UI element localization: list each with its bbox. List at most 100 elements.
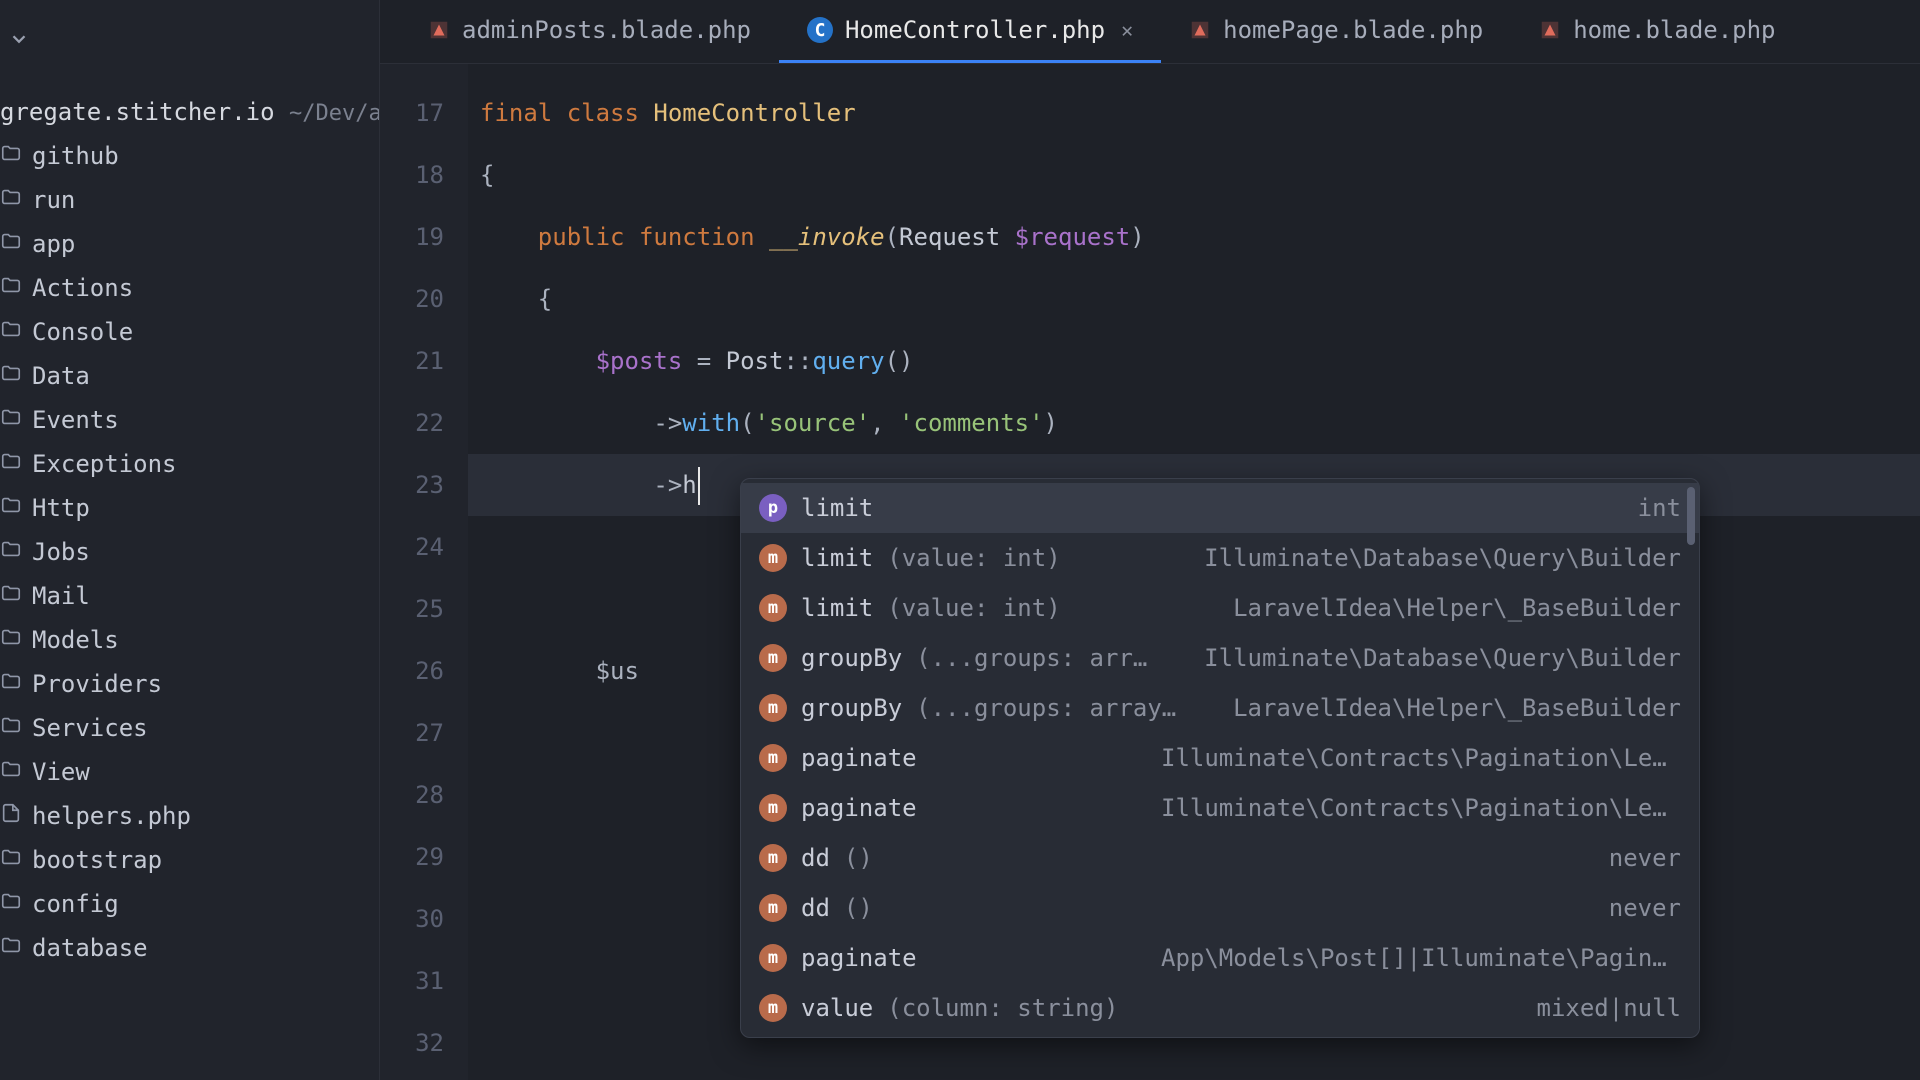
tree-file[interactable]: helpers.php xyxy=(0,794,379,838)
tree-item-label: app xyxy=(32,230,75,258)
tree-item-label: database xyxy=(32,934,148,962)
autocomplete-item[interactable]: mvalue(column: string)mixed|null xyxy=(741,983,1699,1033)
blade-file-icon xyxy=(1189,19,1211,41)
tree-folder[interactable]: Events xyxy=(0,398,379,442)
code-editor[interactable]: final class HomeController { public func… xyxy=(468,64,1920,1080)
tree-folder[interactable]: Exceptions xyxy=(0,442,379,486)
tree-folder[interactable]: Actions xyxy=(0,266,379,310)
collapse-chevron-icon[interactable] xyxy=(8,28,30,56)
completion-type: never xyxy=(1609,844,1681,872)
tree-folder[interactable]: database xyxy=(0,926,379,970)
line-number: 26 xyxy=(380,640,444,702)
folder-icon xyxy=(0,230,22,258)
folder-icon xyxy=(0,186,22,214)
completion-type: LaravelIdea\Helper\_BaseBuilder xyxy=(1233,694,1681,722)
line-number: 30 xyxy=(380,888,444,950)
line-number: 25 xyxy=(380,578,444,640)
autocomplete-item[interactable]: mdd()never xyxy=(741,833,1699,883)
autocomplete-popup[interactable]: plimitintmlimit(value: int)Illuminate\Da… xyxy=(740,478,1700,1038)
line-number: 22 xyxy=(380,392,444,454)
line-number: 29 xyxy=(380,826,444,888)
completion-type: LaravelIdea\Helper\_BaseBuilder xyxy=(1233,594,1681,622)
tree-folder[interactable]: Mail xyxy=(0,574,379,618)
tree-folder[interactable]: github xyxy=(0,134,379,178)
autocomplete-item[interactable]: plimitint xyxy=(741,483,1699,533)
tree-folder[interactable]: Services xyxy=(0,706,379,750)
tab-adminPosts-blade-php[interactable]: adminPosts.blade.php xyxy=(400,0,779,63)
autocomplete-item[interactable]: mlimit(value: int)LaravelIdea\Helper\_Ba… xyxy=(741,583,1699,633)
folder-icon xyxy=(0,890,22,918)
completion-kind-icon: m xyxy=(759,594,787,622)
line-number: 28 xyxy=(380,764,444,826)
tree-folder[interactable]: Http xyxy=(0,486,379,530)
class-name: HomeController xyxy=(653,99,855,127)
line-number: 18 xyxy=(380,144,444,206)
folder-icon xyxy=(0,142,22,170)
tree-folder[interactable]: Providers xyxy=(0,662,379,706)
completion-type: App\Models\Post[]|Illuminate\Pagination\… xyxy=(1161,944,1681,972)
tree-folder[interactable]: Data xyxy=(0,354,379,398)
autocomplete-item[interactable]: mlimit(value: int)Illuminate\Database\Qu… xyxy=(741,533,1699,583)
tree-folder[interactable]: bootstrap xyxy=(0,838,379,882)
completion-type: Illuminate\Database\Query\Builder xyxy=(1204,644,1681,672)
tree-folder[interactable]: config xyxy=(0,882,379,926)
folder-icon xyxy=(0,494,22,522)
tree-item-label: Mail xyxy=(32,582,90,610)
autocomplete-item[interactable]: mgroupBy(...groups: array…LaravelIdea\He… xyxy=(741,683,1699,733)
folder-icon xyxy=(0,318,22,346)
line-number: 31 xyxy=(380,950,444,1012)
autocomplete-item[interactable]: mpaginateIlluminate\Contracts\Pagination… xyxy=(741,783,1699,833)
keyword: class xyxy=(567,99,639,127)
autocomplete-item[interactable]: mgroupBy(...groups: arr…Illuminate\Datab… xyxy=(741,633,1699,683)
tree-folder[interactable]: Models xyxy=(0,618,379,662)
autocomplete-item[interactable]: mpaginateApp\Models\Post[]|Illuminate\Pa… xyxy=(741,933,1699,983)
line-number-gutter: 17181920212223242526272829303132 xyxy=(380,64,468,1080)
tree-item-label: Providers xyxy=(32,670,162,698)
autocomplete-item[interactable]: mdd()never xyxy=(741,883,1699,933)
completion-kind-icon: p xyxy=(759,494,787,522)
completion-kind-icon: m xyxy=(759,644,787,672)
tab-homePage-blade-php[interactable]: homePage.blade.php xyxy=(1161,0,1511,63)
tree-item-label: Services xyxy=(32,714,148,742)
keyword: function xyxy=(639,223,755,251)
line-number: 32 xyxy=(380,1012,444,1074)
tab-home-blade-php[interactable]: home.blade.php xyxy=(1511,0,1803,63)
completion-signature: (...groups: arr… xyxy=(916,644,1147,672)
tree-folder[interactable]: run xyxy=(0,178,379,222)
autocomplete-scrollbar[interactable] xyxy=(1687,487,1695,545)
tree-folder[interactable]: Jobs xyxy=(0,530,379,574)
folder-icon xyxy=(0,758,22,786)
tree-item-label: bootstrap xyxy=(32,846,162,874)
completion-name: value xyxy=(801,994,873,1022)
editor-pane: adminPosts.blade.php CHomeController.php✕… xyxy=(380,0,1920,1080)
tree-item-label: Http xyxy=(32,494,90,522)
completion-type: Illuminate\Contracts\Pagination\LengthAw… xyxy=(1161,744,1681,772)
tab-label: adminPosts.blade.php xyxy=(462,16,751,44)
project-root[interactable]: gregate.stitcher.io ~/Dev/aggre xyxy=(0,90,379,134)
completion-name: groupBy xyxy=(801,694,902,722)
close-icon[interactable]: ✕ xyxy=(1117,18,1133,42)
completion-signature: (value: int) xyxy=(887,544,1060,572)
line-number: 23 xyxy=(380,454,444,516)
line-number: 21 xyxy=(380,330,444,392)
completion-type: Illuminate\Contracts\Pagination\LengthAw… xyxy=(1161,794,1681,822)
tree-folder[interactable]: app xyxy=(0,222,379,266)
tree-item-label: Data xyxy=(32,362,90,390)
completion-name: paginate xyxy=(801,794,917,822)
autocomplete-item[interactable]: mpaginateIlluminate\Contracts\Pagination… xyxy=(741,733,1699,783)
tab-HomeController-php[interactable]: CHomeController.php✕ xyxy=(779,0,1161,63)
tree-item-label: run xyxy=(32,186,75,214)
text-caret xyxy=(698,467,700,505)
folder-icon xyxy=(0,274,22,302)
completion-type: mixed|null xyxy=(1537,994,1682,1022)
completion-signature: (column: string) xyxy=(887,994,1118,1022)
project-path: ~/Dev/aggre xyxy=(289,101,380,126)
completion-signature: (...groups: array… xyxy=(916,694,1176,722)
project-name: gregate.stitcher.io xyxy=(0,98,275,126)
keyword: public xyxy=(538,223,625,251)
folder-icon xyxy=(0,670,22,698)
tree-folder[interactable]: View xyxy=(0,750,379,794)
completion-name: dd xyxy=(801,894,830,922)
tree-folder[interactable]: Console xyxy=(0,310,379,354)
tree-item-label: Exceptions xyxy=(32,450,177,478)
